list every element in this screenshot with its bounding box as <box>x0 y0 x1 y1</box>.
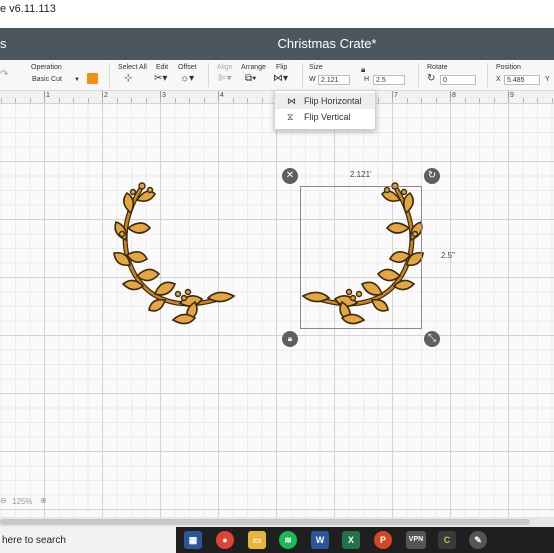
calendar-icon[interactable]: ▦ <box>184 531 202 549</box>
powerpoint-icon-label: P <box>379 535 386 545</box>
flip-horizontal-icon: ⋈ <box>287 96 296 106</box>
menu-item-flip-horizontal[interactable]: ⋈ Flip Horizontal <box>275 93 375 109</box>
zoom-control: ⊖ 125% ⊕ <box>0 494 60 510</box>
delete-handle-icon[interactable]: ✕ <box>282 168 298 184</box>
zoom-out-button[interactable]: ⊖ <box>0 496 7 505</box>
flip-vertical-icon: ⧖ <box>287 112 294 122</box>
scrollbar-thumb[interactable] <box>0 519 530 525</box>
canvas-artwork <box>0 0 554 553</box>
taskbar-search-box[interactable]: here to search <box>0 527 176 553</box>
horizontal-scrollbar[interactable] <box>0 517 554 527</box>
flip-dropdown-menu: ⋈ Flip Horizontal ⧖ Flip Vertical <box>274 90 376 130</box>
menu-item-label: Flip Horizontal <box>304 96 362 106</box>
word-icon[interactable]: W <box>311 531 329 549</box>
menu-item-flip-vertical[interactable]: ⧖ Flip Vertical <box>275 109 375 125</box>
selection-width-label: 2.121' <box>350 170 372 179</box>
powerpoint-icon[interactable]: P <box>374 531 392 549</box>
design-space-icon[interactable]: C <box>438 531 456 549</box>
windows-taskbar: here to search ▦ ● ▭ ≋ W X P VPN C ✎ <box>0 527 554 553</box>
file-explorer-icon[interactable]: ▭ <box>248 531 266 549</box>
chrome-icon[interactable]: ● <box>216 531 234 549</box>
word-icon-label: W <box>315 535 325 545</box>
resize-handle-icon[interactable]: ⤡ <box>424 331 440 347</box>
vpn-icon[interactable]: VPN <box>406 531 426 549</box>
selection-height-label: 2.5" <box>441 251 455 260</box>
rotate-handle-icon[interactable]: ↻ <box>424 168 440 184</box>
lock-handle-icon[interactable]: 🔒︎ <box>282 331 298 347</box>
spotify-icon[interactable]: ≋ <box>279 531 297 549</box>
excel-icon-label: X <box>347 535 354 545</box>
menu-item-label: Flip Vertical <box>304 112 351 122</box>
zoom-in-button[interactable]: ⊕ <box>40 496 47 505</box>
wreath-left-half[interactable] <box>114 183 234 324</box>
vpn-icon-label: VPN <box>408 536 424 543</box>
inkscape-icon[interactable]: ✎ <box>469 531 487 549</box>
search-placeholder: here to search <box>2 535 66 546</box>
selection-bounding-box[interactable] <box>300 186 422 329</box>
excel-icon[interactable]: X <box>342 531 360 549</box>
zoom-value: 125% <box>12 497 33 506</box>
